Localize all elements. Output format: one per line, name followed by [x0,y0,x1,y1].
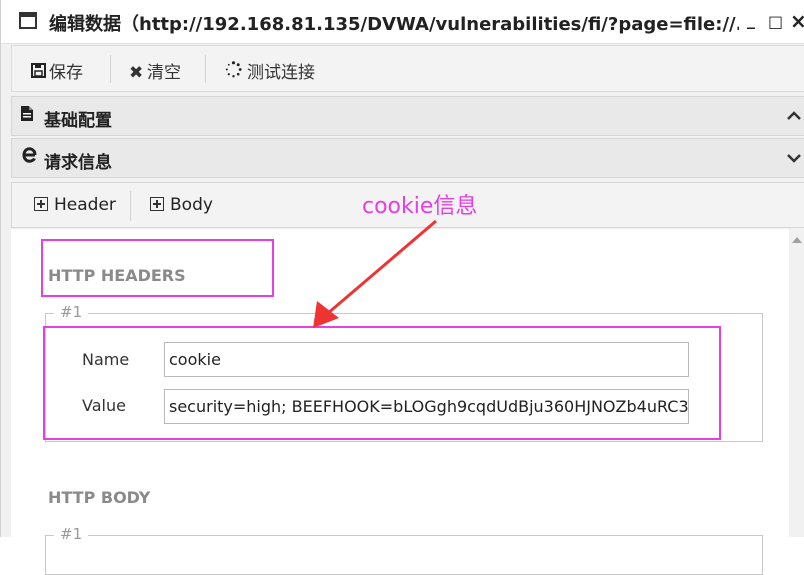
document-icon [20,105,34,127]
panel-request-info[interactable]: 请求信息 [11,138,804,178]
clear-label: 清空 [147,63,181,83]
clear-button[interactable]: ✖ 清空 [129,58,181,83]
window-icon [19,12,37,29]
close-button[interactable]: × [790,9,804,33]
http-headers-title: HTTP HEADERS [48,266,186,285]
body-entry-legend: #1 [54,525,89,543]
tab-divider [130,191,131,221]
header-value-input[interactable]: security=high; BEEFHOOK=bLOGgh9cqdUdBju3… [164,389,689,424]
panel-basic-config[interactable]: 基础配置 [11,96,804,136]
scrollbar[interactable] [789,229,804,537]
chevron-down-icon[interactable] [787,149,801,167]
maximize-button[interactable]: □ [768,12,783,31]
panel-request-info-label: 请求信息 [44,153,112,173]
toolbar: 保存 ✖ 清空 测试连接 [11,45,804,92]
header-name-label: Name [82,350,130,369]
plus-square-icon [150,197,164,211]
chevron-up-icon[interactable] [787,107,801,125]
body-entry-fieldset: #1 [45,525,763,575]
window-title: 编辑数据（http://192.168.81.135/DVWA/vulnerab… [49,14,739,35]
minimize-button[interactable]: _ [747,10,755,29]
spinner-icon [225,61,243,83]
save-button[interactable]: 保存 [31,58,83,83]
scroll-up-arrow-icon[interactable] [792,237,802,243]
title-bar: 编辑数据（http://192.168.81.135/DVWA/vulnerab… [1,0,804,44]
annotation-label: cookie信息 [362,194,478,219]
header-value-label: Value [82,396,126,415]
toolbar-divider [110,55,111,83]
save-icon [31,63,49,83]
close-x-icon: ✖ [129,63,144,83]
edit-data-window: 编辑数据（http://192.168.81.135/DVWA/vulnerab… [0,0,804,575]
ie-icon [21,145,37,169]
content-area: HTTP HEADERS #1 Name cookie Value securi… [11,229,789,575]
header-name-input[interactable]: cookie [164,342,689,377]
plus-square-icon [34,197,48,211]
header-entry-legend: #1 [54,303,89,321]
tab-header-label: Header [54,195,116,215]
header-entry-fieldset: #1 Name cookie Value security=high; BEEF… [45,303,763,442]
tab-body-label: Body [170,195,213,215]
save-label: 保存 [49,63,83,83]
test-connection-label: 测试连接 [247,63,315,83]
tab-header[interactable]: Header [34,195,116,215]
toolbar-divider [205,55,206,83]
http-body-title: HTTP BODY [48,488,151,507]
panel-basic-config-label: 基础配置 [44,111,112,131]
tab-body[interactable]: Body [150,195,213,215]
test-connection-button[interactable]: 测试连接 [225,58,315,83]
